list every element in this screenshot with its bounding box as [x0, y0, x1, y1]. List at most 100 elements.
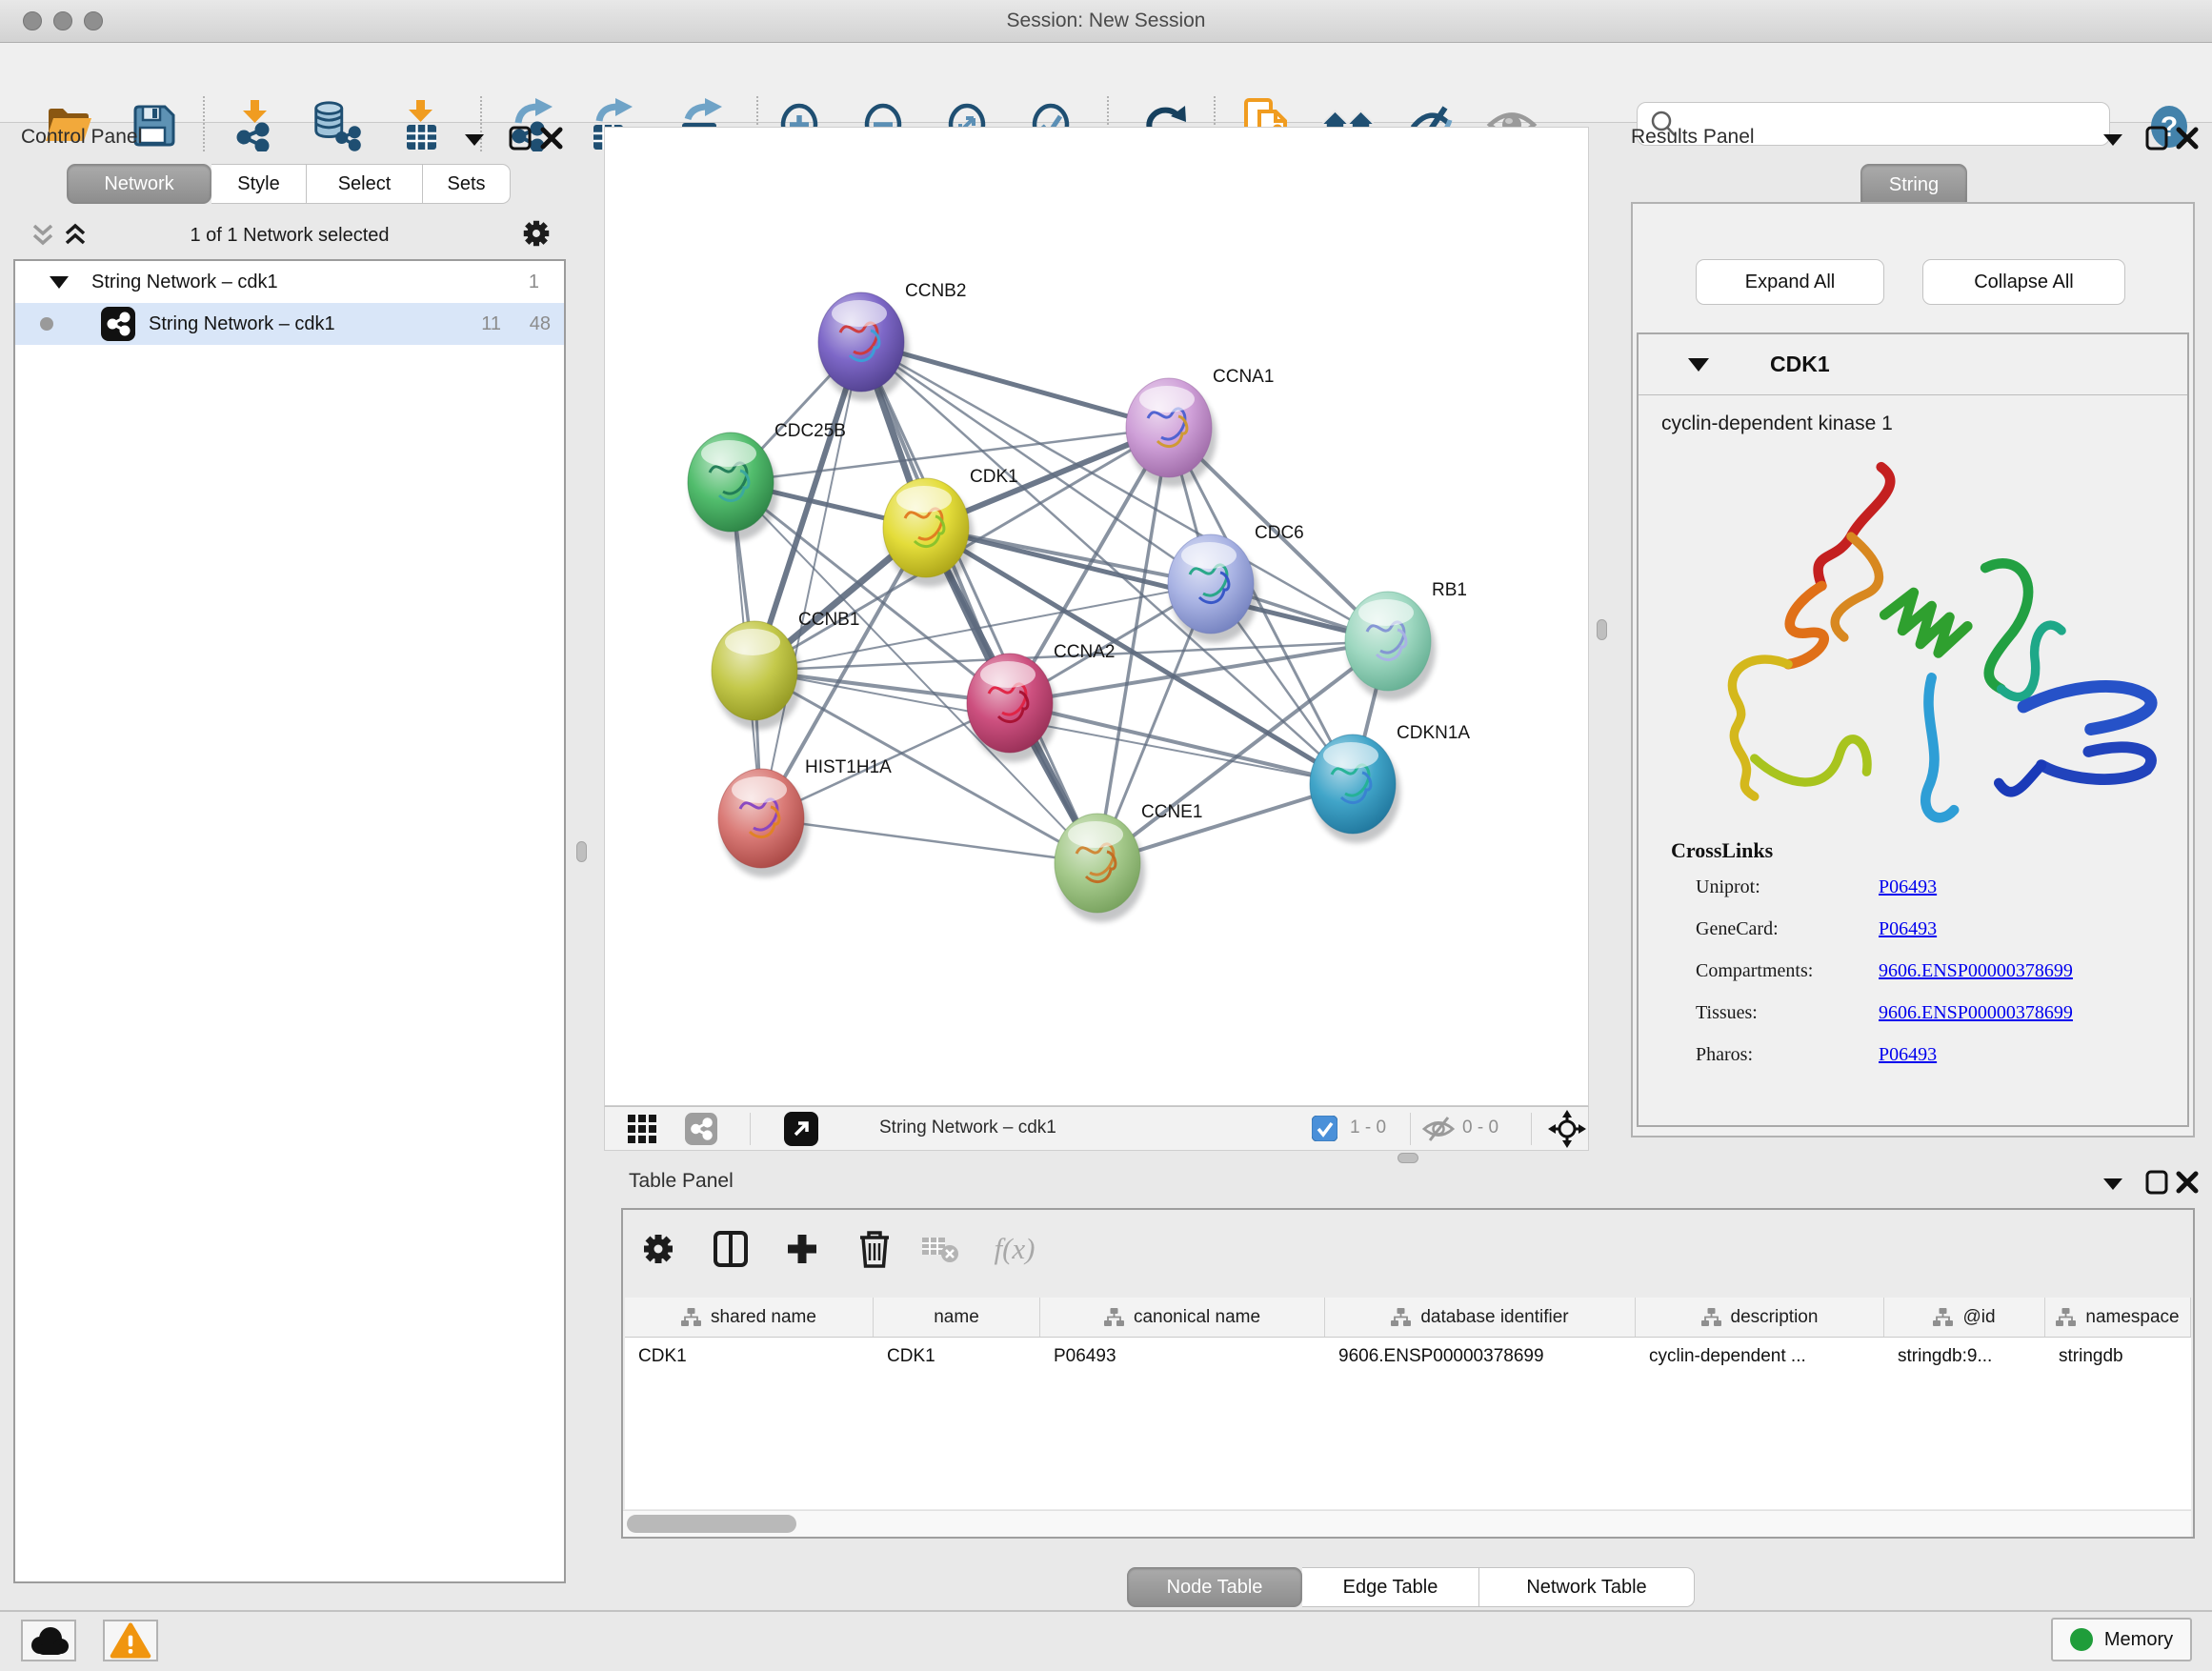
tab-network-table[interactable]: Network Table [1479, 1567, 1695, 1607]
delete-column-button[interactable] [849, 1223, 900, 1275]
column-header-cell[interactable]: name [874, 1298, 1040, 1337]
node-label-RB1: RB1 [1432, 580, 1467, 600]
node-CCNA2[interactable]: CCNA2 [967, 642, 1115, 762]
results-panel-close-icon[interactable] [2173, 124, 2202, 152]
strip-separator [750, 1113, 751, 1145]
node-label-CCNB2: CCNB2 [905, 281, 966, 301]
network-status-dot [40, 317, 53, 331]
control-panel-close-icon[interactable] [537, 124, 566, 152]
results-panel-float-icon[interactable] [2142, 124, 2171, 152]
app-window: Session: New Session [0, 0, 2212, 1671]
network-canvas[interactable]: CCNB2CCNA1CDC25BCDK1CDC6RB1CCNB1CCNA2CDK… [604, 127, 1589, 1106]
status-bar: Memory [0, 1610, 2212, 1671]
left-splitter-handle[interactable] [576, 841, 587, 862]
column-header-cell[interactable]: @id [1884, 1298, 2045, 1337]
table-cell[interactable]: stringdb [2045, 1338, 2191, 1376]
checkbox-icon [1312, 1116, 1337, 1141]
node-CCNE1[interactable]: CCNE1 [1055, 802, 1202, 922]
gene-name: CDK1 [1770, 352, 1830, 377]
crosslink-link[interactable]: 9606.ENSP00000378699 [1879, 1002, 2073, 1024]
detach-view-button[interactable] [784, 1112, 818, 1151]
crosslink-link[interactable]: 9606.ENSP00000378699 [1879, 960, 2073, 982]
column-header-cell[interactable]: description [1636, 1298, 1884, 1337]
fit-selected-button[interactable] [1548, 1110, 1586, 1153]
show-columns-button[interactable] [705, 1223, 756, 1275]
crosslink-label: Pharos: [1696, 1044, 1879, 1066]
network-collection-row[interactable]: String Network – cdk1 1 [15, 261, 564, 303]
table-options-button[interactable] [633, 1223, 684, 1275]
eye-slash-icon [1422, 1116, 1455, 1142]
node-CCNA1[interactable]: CCNA1 [1126, 367, 1274, 487]
network-row[interactable]: String Network – cdk1 11 48 [15, 303, 564, 345]
add-column-button[interactable] [776, 1223, 828, 1275]
column-header-cell[interactable]: database identifier [1325, 1298, 1636, 1337]
collection-expand-icon[interactable] [50, 276, 69, 289]
memory-button[interactable]: Memory [2051, 1618, 2192, 1661]
node-CCNB1[interactable]: CCNB1 [712, 610, 859, 730]
column-header-cell[interactable]: shared name [625, 1298, 874, 1337]
network-share-toggle-button[interactable] [685, 1113, 717, 1150]
node-RB1[interactable]: RB1 [1345, 580, 1467, 700]
control-panel-collapse-icon[interactable] [460, 126, 489, 154]
function-builder-button-disabled: f(x) [989, 1223, 1040, 1275]
crosslink-row: Pharos:P06493 [1696, 1044, 2187, 1066]
hidden-elements-icon[interactable] [1422, 1116, 1455, 1147]
delete-table-icon [921, 1235, 959, 1263]
network-options-gear-icon[interactable] [522, 219, 551, 248]
gene-section-header[interactable]: CDK1 [1639, 334, 2187, 395]
expand-all-button[interactable]: Expand All [1696, 259, 1884, 305]
collapse-all-button[interactable]: Collapse All [1922, 259, 2125, 305]
crosslink-row: Uniprot:P06493 [1696, 876, 2187, 898]
node-CCNB2[interactable]: CCNB2 [818, 281, 966, 401]
table-cell[interactable]: cyclin-dependent ... [1636, 1338, 1884, 1376]
control-panel-float-icon[interactable] [506, 124, 534, 152]
crosslink-row: GeneCard:P06493 [1696, 918, 2187, 940]
right-splitter-handle[interactable] [1597, 619, 1607, 640]
import-network-database-button[interactable] [309, 98, 362, 151]
table-panel-float-icon[interactable] [2142, 1168, 2171, 1197]
table-panel-close-icon[interactable] [2173, 1168, 2202, 1197]
edge-CCNB2-HIST1H1A[interactable] [761, 342, 861, 818]
birdseye-grid-button[interactable] [628, 1115, 658, 1150]
scrollbar-thumb[interactable] [627, 1515, 796, 1533]
edge-CCNB2-CCNE1[interactable] [861, 342, 1097, 863]
selected-node-edge-counts: 1 - 0 [1350, 1117, 1386, 1138]
node-label-HIST1H1A: HIST1H1A [805, 757, 892, 777]
column-header-cell[interactable]: namespace [2045, 1298, 2191, 1337]
crosslink-link[interactable]: P06493 [1879, 876, 1937, 898]
node-HIST1H1A[interactable]: HIST1H1A [718, 757, 892, 877]
table-horizontal-scrollbar[interactable] [623, 1510, 2191, 1537]
table-cell[interactable]: stringdb:9... [1884, 1338, 2045, 1376]
table-cell[interactable]: CDK1 [625, 1338, 874, 1376]
results-panel-collapse-icon[interactable] [2099, 126, 2127, 154]
warnings-button[interactable] [103, 1620, 158, 1661]
column-header-cell[interactable]: canonical name [1040, 1298, 1325, 1337]
shared-column-icon [681, 1308, 701, 1326]
crosslink-link[interactable]: P06493 [1879, 918, 1937, 940]
import-network-file-button[interactable] [229, 98, 282, 151]
edge-CCNA2-CDKN1A[interactable] [1010, 703, 1353, 784]
title-bar: Session: New Session [0, 0, 2212, 43]
table-cell[interactable]: 9606.ENSP00000378699 [1325, 1338, 1636, 1376]
tab-sets[interactable]: Sets [423, 164, 511, 204]
tab-node-table[interactable]: Node Table [1127, 1567, 1302, 1607]
import-table-file-button[interactable] [395, 98, 449, 151]
table-panel-collapse-icon[interactable] [2099, 1170, 2127, 1198]
node-CDKN1A[interactable]: CDKN1A [1310, 723, 1470, 843]
crosslink-link[interactable]: P06493 [1879, 1044, 1937, 1066]
tab-select[interactable]: Select [307, 164, 423, 204]
cloud-status-button[interactable] [21, 1620, 76, 1661]
gene-collapse-icon[interactable] [1688, 358, 1709, 372]
selected-checkbox[interactable] [1312, 1116, 1337, 1146]
tab-edge-table[interactable]: Edge Table [1302, 1567, 1479, 1607]
table-cell[interactable]: CDK1 [874, 1338, 1040, 1376]
tab-style[interactable]: Style [211, 164, 307, 204]
tab-string[interactable]: String [1860, 164, 1967, 206]
horizontal-splitter-handle[interactable] [1398, 1153, 1418, 1163]
table-cell[interactable]: P06493 [1040, 1338, 1325, 1376]
window-title: Session: New Session [0, 10, 2212, 32]
table-row[interactable]: CDK1CDK1P064939606.ENSP00000378699cyclin… [625, 1338, 2191, 1376]
edge-HIST1H1A-CCNE1[interactable] [761, 818, 1097, 863]
tab-network[interactable]: Network [67, 164, 211, 204]
network-node-count: 11 [481, 313, 501, 335]
